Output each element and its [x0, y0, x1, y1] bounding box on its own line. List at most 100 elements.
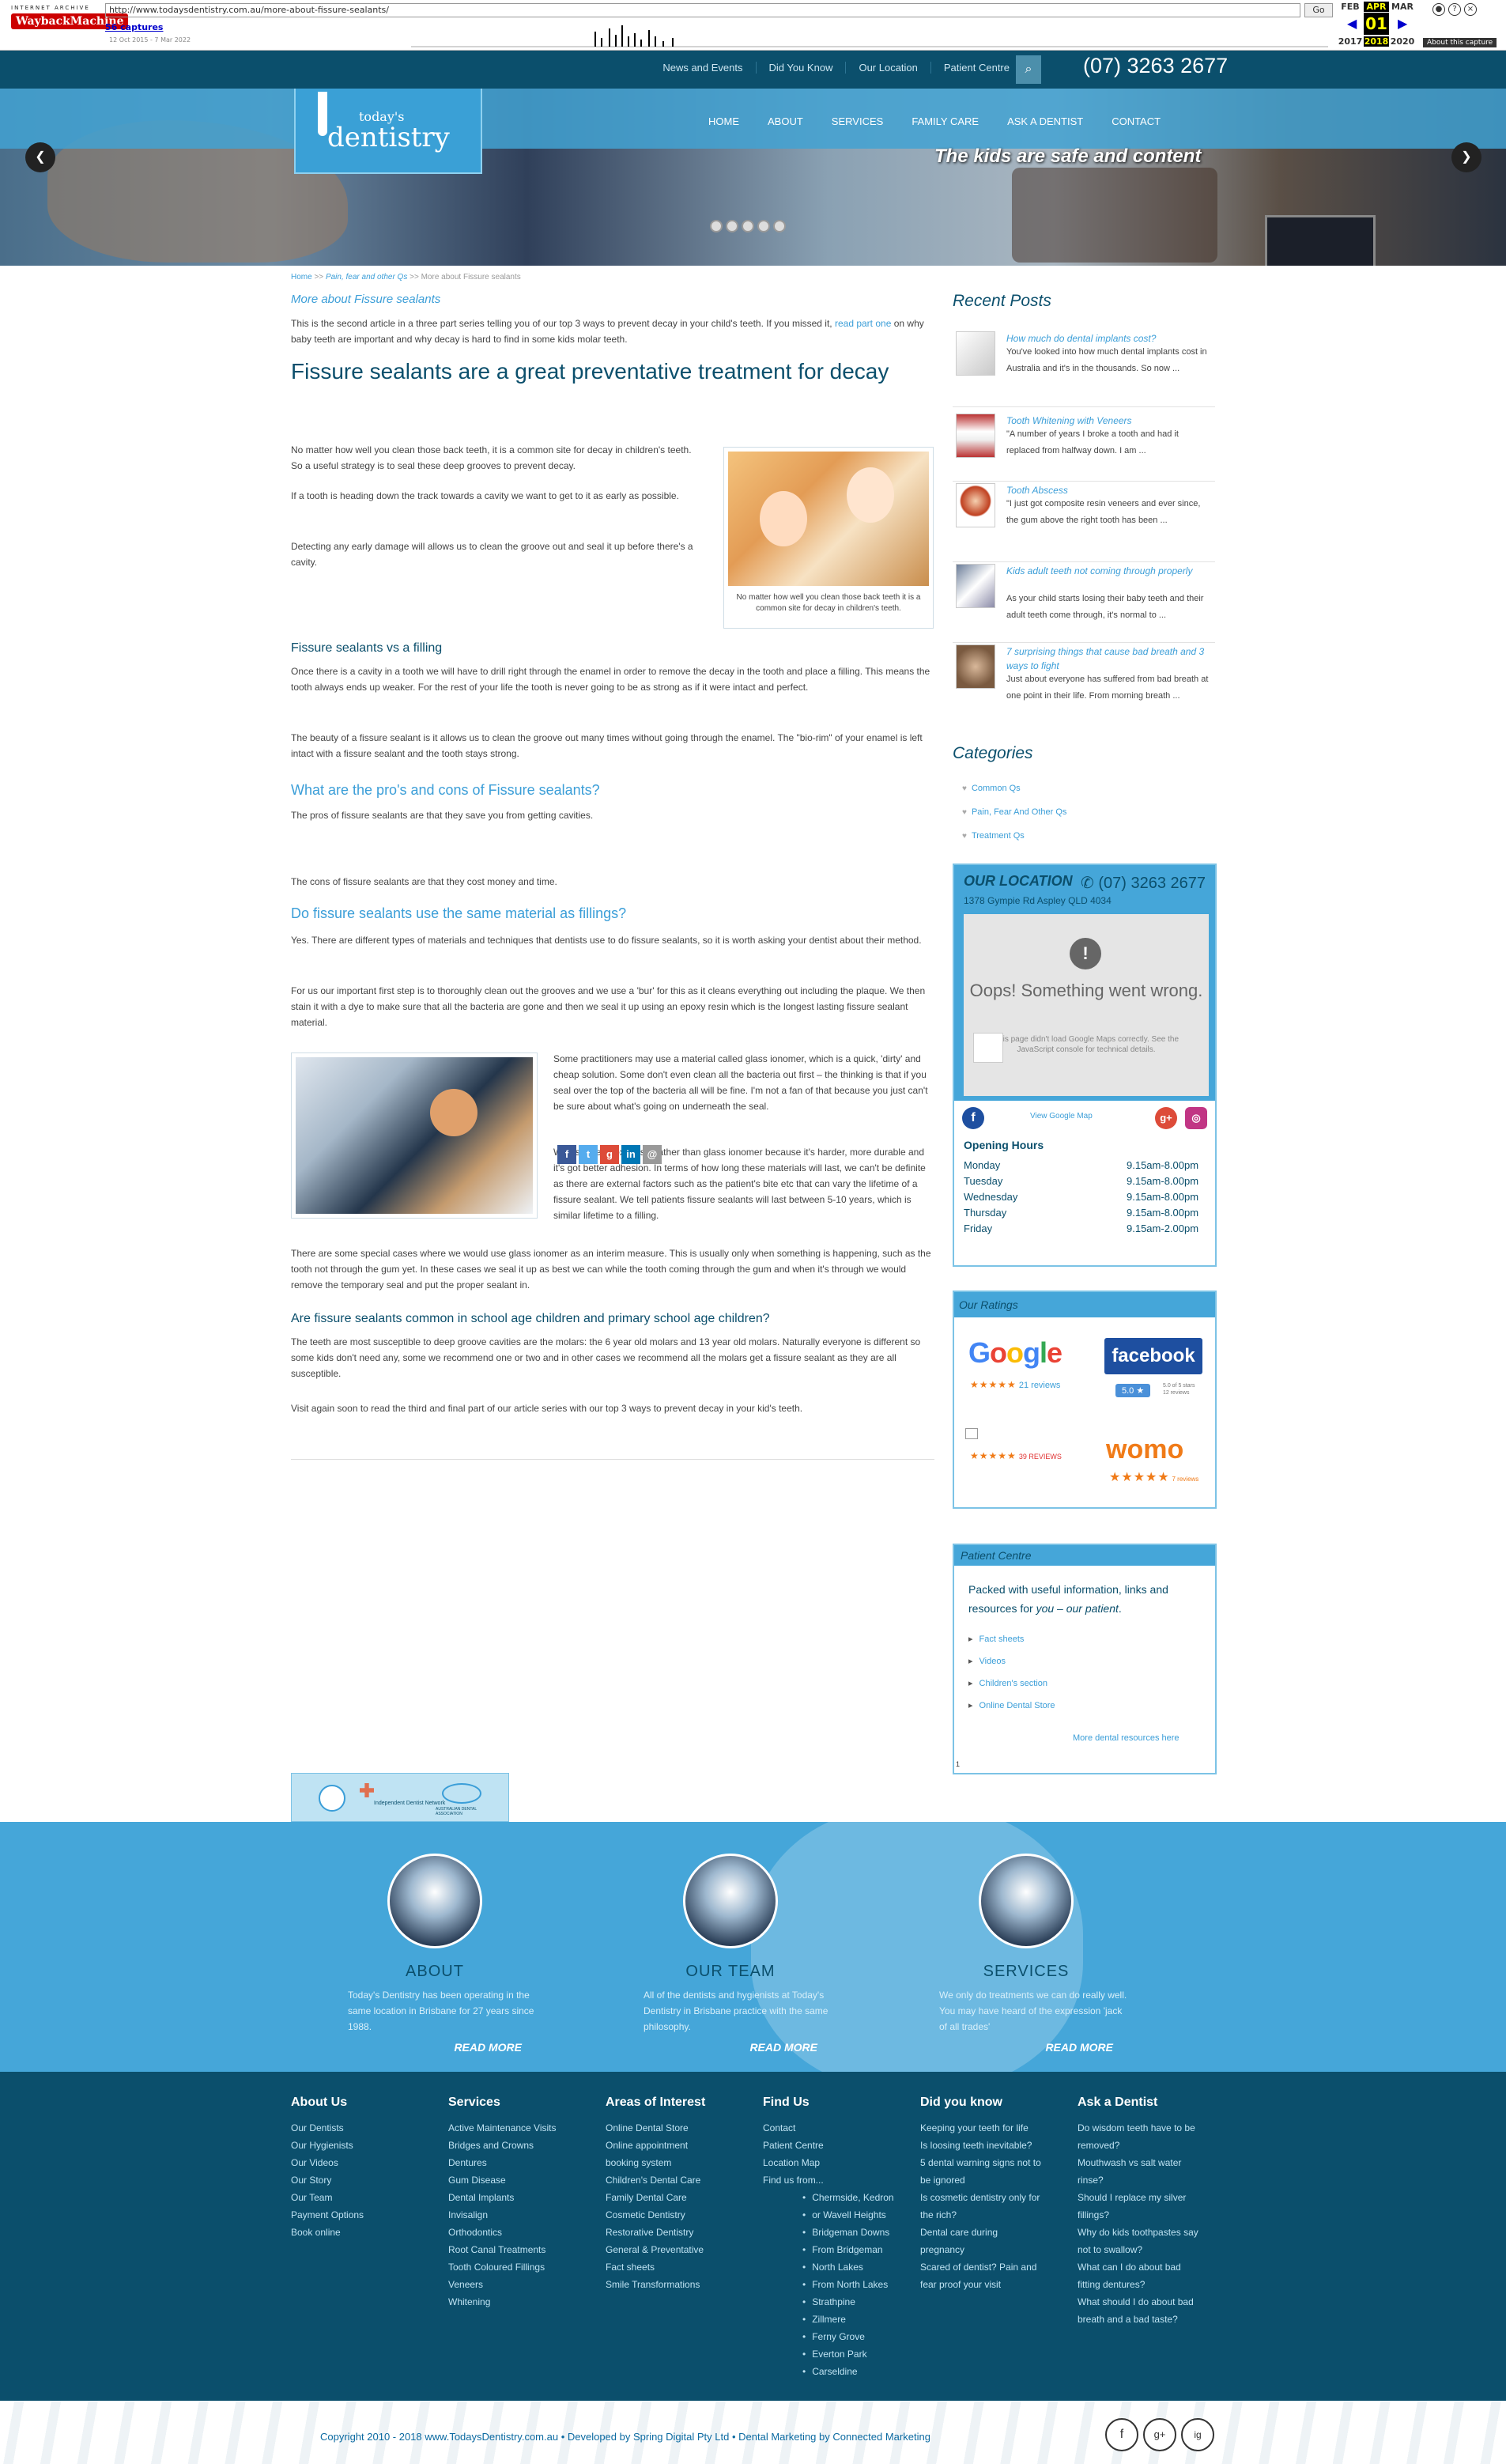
footer-link[interactable]: removed?	[1078, 2137, 1228, 2154]
site-logo[interactable]: today's dentistry	[294, 89, 482, 174]
footer-link[interactable]: North Lakes	[802, 2258, 913, 2276]
footer-link[interactable]: General & Preventative	[606, 2241, 756, 2258]
wayback-prev-arrow-icon[interactable]: ◀	[1347, 16, 1357, 31]
footer-link[interactable]: Restorative Dentistry	[606, 2224, 756, 2241]
facebook-icon[interactable]: f	[962, 1107, 984, 1129]
menu-about[interactable]: ABOUT	[768, 115, 803, 127]
footer-link[interactable]: Active Maintenance Visits	[448, 2119, 598, 2137]
slider-dot[interactable]	[726, 220, 738, 232]
patient-centre-link[interactable]: Children's section	[968, 1678, 1047, 1688]
footer-link[interactable]: Everton Park	[802, 2345, 913, 2363]
facebook-share-icon[interactable]: f	[557, 1145, 576, 1164]
footer-link[interactable]: Online Dental Store	[606, 2119, 756, 2137]
footer-link[interactable]: Dentures	[448, 2154, 598, 2171]
slider-next-icon[interactable]: ❯	[1451, 142, 1481, 172]
menu-ask-a-dentist[interactable]: ASK A DENTIST	[1007, 115, 1083, 127]
slider-dot[interactable]	[773, 220, 786, 232]
slider-dot[interactable]	[710, 220, 723, 232]
menu-family-care[interactable]: FAMILY CARE	[912, 115, 979, 127]
post-title[interactable]: 7 surprising things that cause bad breat…	[1006, 644, 1213, 673]
footer-link[interactable]: Location Map	[763, 2154, 913, 2171]
linkedin-share-icon[interactable]: in	[621, 1145, 640, 1164]
post-thumbnail[interactable]	[956, 644, 995, 689]
footer-link[interactable]: booking system	[606, 2154, 756, 2171]
footer-link[interactable]: Family Dental Care	[606, 2189, 756, 2206]
footer-link[interactable]: Our Hygienists	[291, 2137, 441, 2154]
footer-link[interactable]: pregnancy	[920, 2241, 1070, 2258]
footer-link[interactable]: fitting dentures?	[1078, 2276, 1228, 2293]
footer-link[interactable]: What can I do about bad	[1078, 2258, 1228, 2276]
footer-link[interactable]: not to swallow?	[1078, 2241, 1228, 2258]
footer-link[interactable]: Children's Dental Care	[606, 2171, 756, 2189]
footer-link[interactable]: Contact	[763, 2119, 913, 2137]
email-share-icon[interactable]: @	[643, 1145, 662, 1164]
footer-link[interactable]: Tooth Coloured Fillings	[448, 2258, 598, 2276]
wayback-next-arrow-icon[interactable]: ▶	[1398, 16, 1407, 31]
footer-link[interactable]: Root Canal Treatments	[448, 2241, 598, 2258]
footer-link[interactable]: Zillmere	[802, 2311, 913, 2328]
footer-link[interactable]: Whitening	[448, 2293, 598, 2311]
feature-photo[interactable]	[387, 1854, 482, 1948]
footer-link[interactable]: Orthodontics	[448, 2224, 598, 2241]
footer-link[interactable]: Invisalign	[448, 2206, 598, 2224]
menu-contact[interactable]: CONTACT	[1112, 115, 1161, 127]
footer-link[interactable]: From North Lakes	[802, 2276, 913, 2293]
breadcrumb-home[interactable]: Home	[291, 273, 312, 282]
menu-services[interactable]: SERVICES	[832, 115, 884, 127]
recent-post[interactable]: Tooth Whitening with Veneers "A number o…	[953, 414, 1215, 482]
wayback-logo[interactable]: INTERNET ARCHIVE WaybackMachine	[11, 5, 129, 41]
recent-post[interactable]: How much do dental implants cost? You've…	[953, 331, 1215, 407]
google-plus-icon[interactable]: g+	[1143, 2418, 1176, 2451]
slider-dot[interactable]	[742, 220, 754, 232]
footer-link[interactable]: Veneers	[448, 2276, 598, 2293]
footer-link[interactable]: Fact sheets	[606, 2258, 756, 2276]
footer-link[interactable]: What should I do about bad	[1078, 2293, 1228, 2311]
footer-link[interactable]: Our Story	[291, 2171, 441, 2189]
recent-post[interactable]: Kids adult teeth not coming through prop…	[953, 564, 1215, 643]
google-logo[interactable]: Google	[968, 1336, 1063, 1370]
recent-post[interactable]: 7 surprising things that cause bad breat…	[953, 644, 1215, 743]
footer-link[interactable]: fillings?	[1078, 2206, 1228, 2224]
footer-link[interactable]: Dental care during	[920, 2224, 1070, 2241]
footer-link[interactable]: or Wavell Heights	[802, 2206, 913, 2224]
footer-link[interactable]: Carseldine	[802, 2363, 913, 2380]
facebook-icon[interactable]: f	[1105, 2418, 1138, 2451]
footer-link[interactable]: Scared of dentist? Pain and	[920, 2258, 1070, 2276]
instagram-icon[interactable]: ig	[1181, 2418, 1214, 2451]
wayback-about-link[interactable]: About this capture	[1423, 38, 1497, 47]
top-link-news[interactable]: News and Events	[650, 62, 757, 74]
read-more-link[interactable]: READ MORE	[316, 2041, 553, 2054]
category-link[interactable]: Common Qs	[962, 784, 1021, 793]
twitter-share-icon[interactable]: t	[579, 1145, 598, 1164]
footer-link[interactable]: Bridges and Crowns	[448, 2137, 598, 2154]
footer-link[interactable]: Our Team	[291, 2189, 441, 2206]
wayback-url-input[interactable]: http://www.todaysdentistry.com.au/more-a…	[105, 3, 1300, 17]
slider-prev-icon[interactable]: ❮	[25, 142, 55, 172]
copyright-site-link[interactable]: Copyright 2010 - 2018 www.TodaysDentistr…	[320, 2431, 558, 2443]
slider-dot[interactable]	[757, 220, 770, 232]
footer-link[interactable]: Our Videos	[291, 2154, 441, 2171]
footer-link[interactable]: Online appointment	[606, 2137, 756, 2154]
footer-link[interactable]: Our Dentists	[291, 2119, 441, 2137]
read-more-link[interactable]: READ MORE	[908, 2041, 1145, 2054]
footer-link[interactable]: Why do kids toothpastes say	[1078, 2224, 1228, 2241]
feature-photo[interactable]	[979, 1854, 1074, 1948]
post-title[interactable]: Kids adult teeth not coming through prop…	[1006, 564, 1213, 578]
read-more-link[interactable]: READ MORE	[612, 2041, 849, 2054]
more-resources-link[interactable]: More dental resources here	[1073, 1733, 1180, 1743]
header-phone[interactable]: (07) 3263 2677	[1083, 54, 1228, 78]
top-link-patient-centre[interactable]: Patient Centre	[931, 62, 1022, 74]
top-link-did-you-know[interactable]: Did You Know	[757, 62, 847, 74]
footer-link[interactable]: breath and a bad taste?	[1078, 2311, 1228, 2328]
view-google-map-link[interactable]: View Google Map	[1030, 1112, 1093, 1121]
footer-link[interactable]: the rich?	[920, 2206, 1070, 2224]
footer-link[interactable]: Dental Implants	[448, 2189, 598, 2206]
patient-centre-link[interactable]: Online Dental Store	[968, 1700, 1055, 1710]
patient-centre-link[interactable]: Fact sheets	[968, 1634, 1025, 1644]
facebook-logo[interactable]: facebook	[1104, 1338, 1202, 1374]
footer-link[interactable]: Find us from...	[763, 2171, 913, 2189]
menu-home[interactable]: HOME	[708, 115, 739, 127]
location-phone[interactable]: ✆ (07) 3263 2677	[1081, 873, 1206, 893]
footer-link[interactable]: Strathpine	[802, 2293, 913, 2311]
wayback-go-button[interactable]: Go	[1304, 3, 1333, 17]
